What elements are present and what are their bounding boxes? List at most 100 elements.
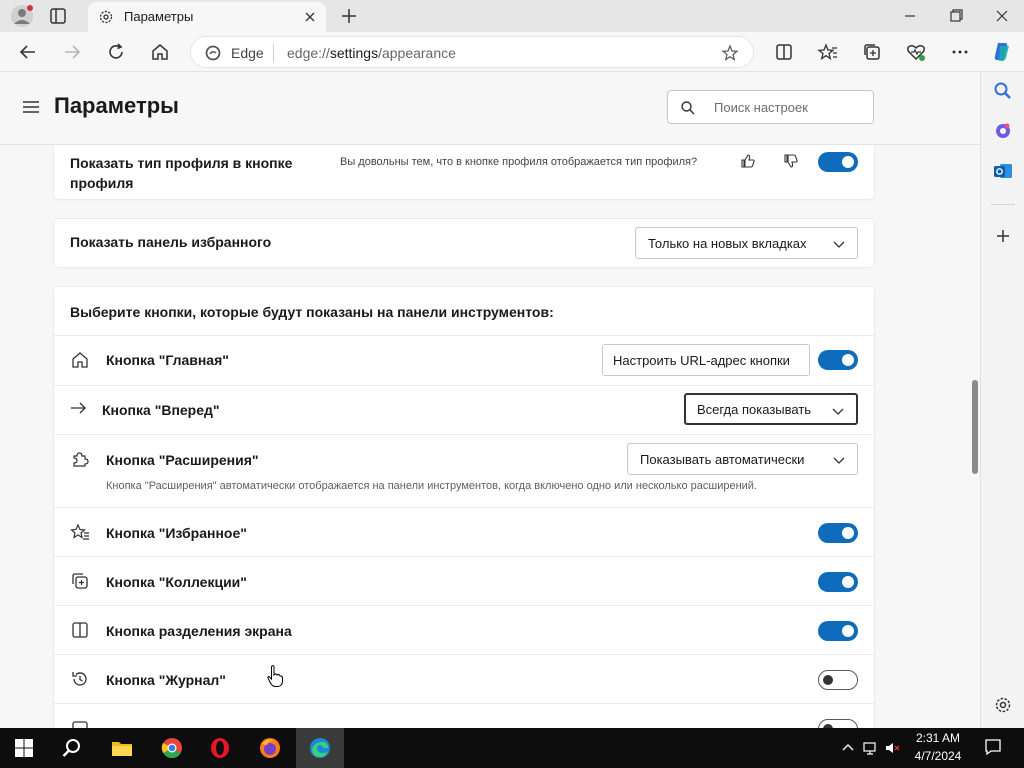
clock-date[interactable]: 4/7/2024: [906, 749, 970, 763]
favorites-bar-value: Только на новых вкладках: [648, 236, 807, 251]
split-screen-icon: [70, 620, 90, 640]
back-arrow-icon[interactable]: [16, 40, 40, 64]
chrome-icon[interactable]: [148, 728, 196, 768]
collections-button-toggle[interactable]: [818, 572, 858, 592]
volume-muted-icon[interactable]: [884, 740, 900, 756]
collections-icon: [70, 571, 90, 591]
url-text: edge://settings/appearance: [287, 45, 456, 61]
row-divider: [54, 605, 874, 606]
split-screen-icon[interactable]: [772, 40, 796, 64]
edge-logo-icon: [205, 45, 221, 61]
favorites-icon: [70, 522, 90, 542]
collections-icon[interactable]: [860, 40, 884, 64]
sidebar-settings-icon[interactable]: [992, 694, 1014, 716]
more-options-icon[interactable]: [948, 40, 972, 64]
tab-settings[interactable]: Параметры: [88, 2, 326, 32]
outlook-icon[interactable]: [992, 160, 1014, 182]
forward-arrow-icon[interactable]: [60, 40, 84, 64]
close-tab-icon[interactable]: [302, 9, 318, 25]
address-bar[interactable]: Edge edge://settings/appearance: [190, 36, 754, 68]
notifications-icon[interactable]: [984, 738, 1002, 756]
row-divider: [54, 385, 874, 386]
home-icon[interactable]: [148, 40, 172, 64]
toolbar-section-heading: Выберите кнопки, которые будут показаны …: [70, 304, 554, 320]
forward-button-label: Кнопка "Вперед": [102, 402, 220, 418]
favorites-icon[interactable]: [816, 40, 840, 64]
hand-cursor-icon: [266, 664, 284, 688]
favorites-button-label: Кнопка "Избранное": [106, 525, 247, 541]
menu-icon[interactable]: [22, 99, 40, 115]
network-icon[interactable]: [862, 740, 878, 756]
collections-button-label: Кнопка "Коллекции": [106, 574, 247, 590]
extensions-button-description: Кнопка "Расширения" автоматически отобра…: [106, 480, 757, 492]
favorites-bar-dropdown[interactable]: Только на новых вкладках: [635, 227, 858, 259]
history-button-toggle[interactable]: [818, 670, 858, 690]
chevron-down-icon: [833, 454, 845, 466]
browser-toolbar: Edge edge://settings/appearance: [0, 32, 1024, 72]
firefox-icon[interactable]: [246, 728, 294, 768]
row-divider: [54, 703, 874, 704]
tab-bar: Параметры: [0, 0, 1024, 32]
home-button-toggle[interactable]: [818, 350, 858, 370]
favorites-bar-card: Показать панель избранного Только на нов…: [54, 219, 874, 267]
favorites-bar-label: Показать панель избранного: [70, 234, 272, 250]
split-screen-button-label: Кнопка разделения экрана: [106, 623, 292, 639]
row-divider: [54, 556, 874, 557]
row-divider: [54, 507, 874, 508]
address-brand: Edge: [231, 45, 264, 61]
tab-actions-icon[interactable]: [48, 6, 68, 26]
profile-type-toggle[interactable]: [818, 152, 858, 172]
set-home-url-label: Настроить URL-адрес кнопки: [613, 353, 790, 368]
edge-sidebar: [980, 72, 1024, 728]
next-row-toggle[interactable]: [818, 719, 858, 728]
favorites-button-toggle[interactable]: [818, 523, 858, 543]
extensions-button-value: Показывать автоматически: [640, 452, 805, 467]
forward-button-dropdown[interactable]: Всегда показывать: [684, 393, 858, 425]
gear-icon: [98, 9, 114, 25]
extensions-button-dropdown[interactable]: Показывать автоматически: [627, 443, 858, 475]
opera-icon[interactable]: [196, 728, 244, 768]
search-icon[interactable]: [992, 80, 1014, 102]
show-hidden-icons-icon[interactable]: [840, 740, 856, 756]
copilot-icon[interactable]: [990, 40, 1014, 64]
edge-taskbar-icon[interactable]: [296, 728, 344, 768]
restore-icon[interactable]: [944, 6, 968, 26]
sidebar-divider: [991, 204, 1015, 205]
thumbs-up-icon[interactable]: [740, 153, 756, 169]
settings-page: Параметры Поиск настроек Показать тип пр…: [0, 73, 980, 728]
browser-essentials-icon[interactable]: [904, 40, 928, 64]
taskbar: 2:31 AM 4/7/2024: [0, 728, 1024, 768]
search-placeholder: Поиск настроек: [714, 100, 808, 115]
row-divider: [54, 654, 874, 655]
page-title: Параметры: [54, 93, 179, 118]
chevron-down-icon: [833, 238, 845, 250]
file-explorer-icon[interactable]: [98, 728, 146, 768]
taskbar-search-icon[interactable]: [48, 728, 96, 768]
puzzle-piece-icon: [70, 449, 90, 469]
settings-search-input[interactable]: Поиск настроек: [667, 90, 874, 124]
page-scrollbar[interactable]: [972, 380, 978, 474]
row-divider: [54, 434, 874, 435]
row-divider: [54, 335, 874, 336]
extensions-button-label: Кнопка "Расширения": [106, 452, 259, 468]
favorite-star-icon[interactable]: [721, 44, 739, 62]
close-window-icon[interactable]: [990, 6, 1014, 26]
toolbar-buttons-card: Выберите кнопки, которые будут показаны …: [54, 287, 874, 728]
home-icon: [70, 350, 90, 370]
minimize-icon[interactable]: [898, 6, 922, 26]
profile-avatar-icon[interactable]: [10, 4, 34, 28]
split-screen-button-toggle[interactable]: [818, 621, 858, 641]
start-button[interactable]: [0, 728, 48, 768]
clock-time[interactable]: 2:31 AM: [906, 731, 970, 745]
feedback-question: Вы довольны тем, что в кнопке профиля от…: [340, 156, 698, 168]
new-tab-icon[interactable]: [338, 5, 360, 27]
add-icon[interactable]: [992, 225, 1014, 247]
tab-title: Параметры: [124, 9, 194, 24]
copilot-sidebar-icon[interactable]: [992, 120, 1014, 142]
thumbs-down-icon[interactable]: [783, 153, 799, 169]
set-home-url-button[interactable]: Настроить URL-адрес кнопки: [602, 344, 810, 376]
refresh-icon[interactable]: [104, 40, 128, 64]
forward-button-value: Всегда показывать: [697, 402, 812, 417]
history-button-label: Кнопка "Журнал": [106, 672, 226, 688]
profile-type-label: Показать тип профиля в кнопке профиля: [70, 155, 293, 191]
